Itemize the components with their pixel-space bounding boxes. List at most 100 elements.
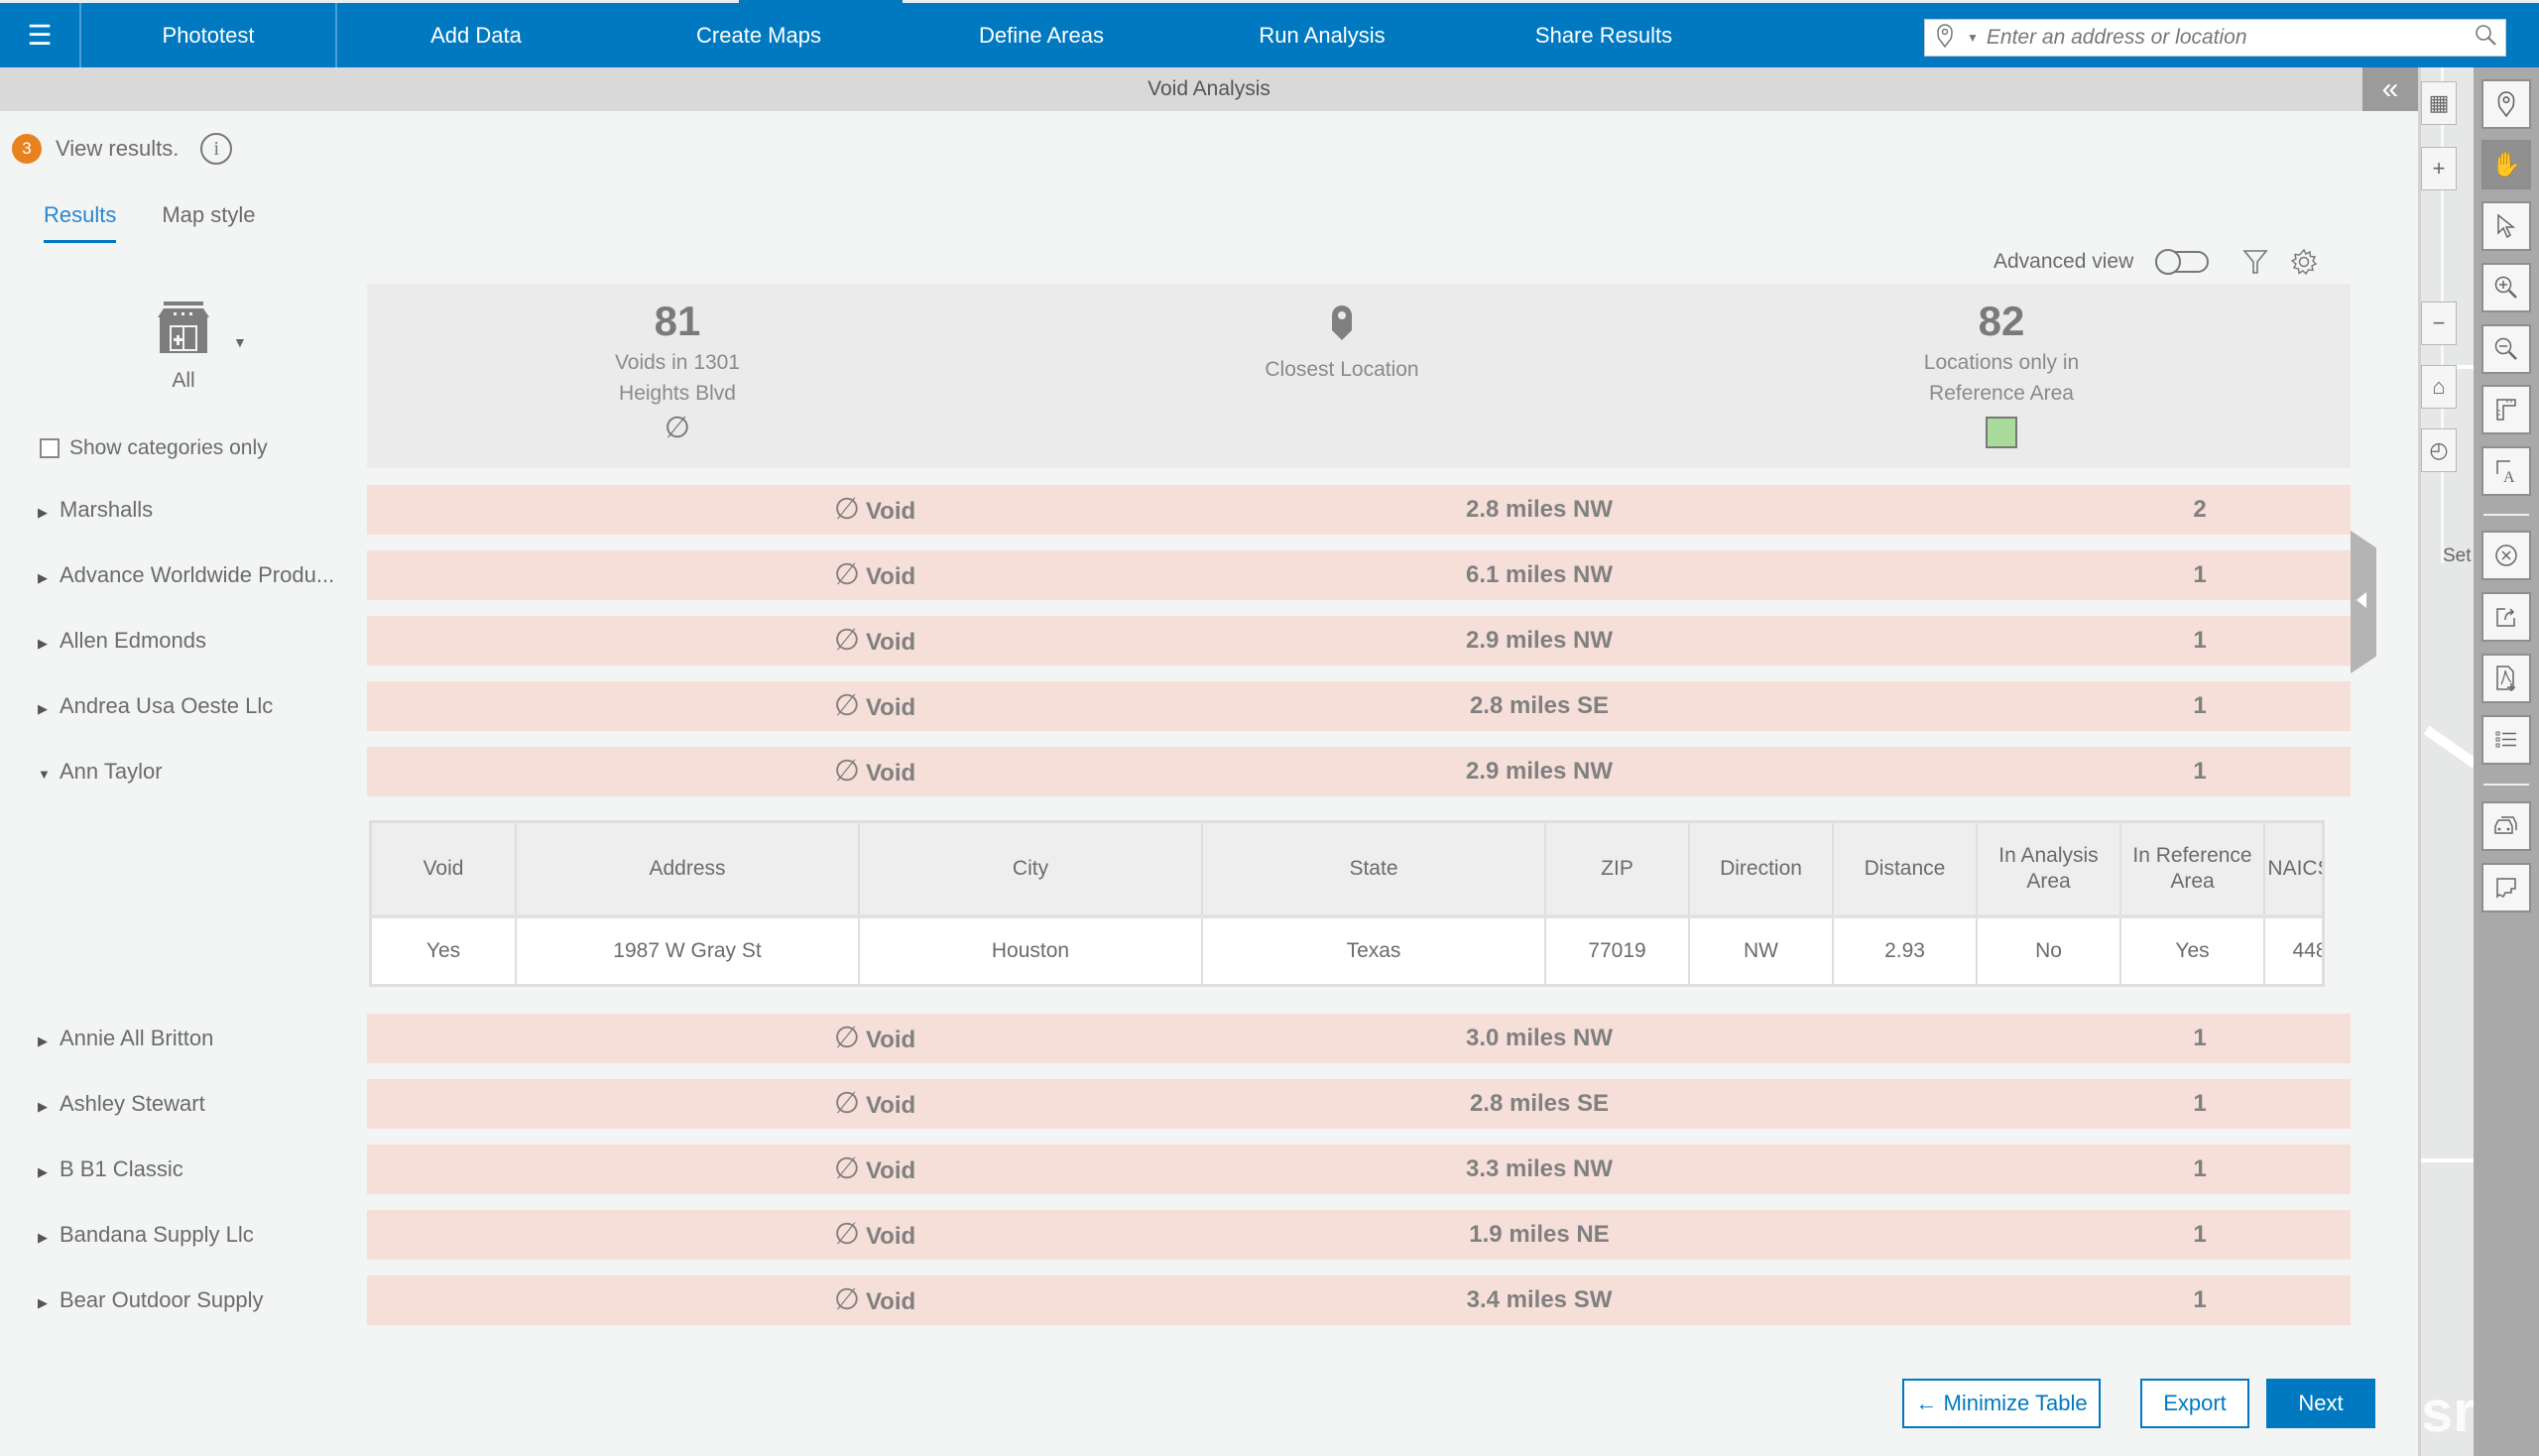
closest-distance: 1.9 miles NE [1469, 1221, 1610, 1248]
category-selector[interactable]: All [139, 300, 228, 393]
result-row-label[interactable]: ▶ B B1 Classic [38, 1156, 183, 1182]
void-symbol-icon: ∅ [833, 1153, 860, 1185]
search-icon[interactable] [2466, 23, 2505, 54]
result-row-label[interactable]: ▶ Annie All Britton [38, 1026, 213, 1051]
measure-icon[interactable] [2481, 385, 2531, 434]
project-name[interactable]: Phototest [81, 3, 337, 67]
caret-right-icon[interactable]: ▶ [38, 1164, 60, 1180]
result-row[interactable]: ∅ Void 2.8 miles NW 2 [367, 485, 2351, 535]
result-row[interactable]: ∅ Void 6.1 miles NW 1 [367, 550, 2351, 600]
column-header[interactable]: NAICS C [2264, 823, 2322, 918]
column-header[interactable]: Distance [1833, 823, 1978, 918]
result-row[interactable]: ∅ Void 2.9 miles NW 1 [367, 747, 2351, 796]
category-dropdown-icon[interactable]: ▼ [233, 334, 247, 350]
void-symbol-icon: ∅ [664, 412, 691, 444]
gear-icon[interactable] [2290, 248, 2318, 276]
location-pin-icon[interactable] [1937, 23, 1967, 53]
caret-right-icon[interactable]: ▶ [38, 1099, 60, 1115]
zoom-in-icon[interactable] [2481, 263, 2531, 312]
result-row-label[interactable]: ▶ Allen Edmonds [38, 628, 206, 654]
select-arrow-icon[interactable] [2481, 201, 2531, 251]
summary-closest: Closest Location [1144, 284, 1540, 383]
result-row-label[interactable]: ▶ Marshalls [38, 497, 153, 523]
result-row[interactable]: ∅ Void 3.3 miles NW 1 [367, 1145, 2351, 1194]
tab-map-style[interactable]: Map style [162, 202, 255, 243]
traffic-cars-icon[interactable] [2481, 801, 2531, 851]
result-row-label[interactable]: ▶ Andrea Usa Oeste Llc [38, 693, 273, 719]
column-header[interactable]: In Analysis Area [1977, 823, 2121, 918]
export-button[interactable]: Export [2140, 1379, 2249, 1428]
search-source-dropdown-icon[interactable]: ▼ [1967, 31, 1979, 45]
filter-icon[interactable] [2242, 248, 2268, 276]
column-header[interactable]: City [859, 823, 1203, 918]
tab-create-maps[interactable]: Create Maps [684, 3, 833, 67]
caret-down-icon[interactable]: ▼ [38, 767, 60, 782]
column-header[interactable]: State [1202, 823, 1546, 918]
address-search-input[interactable] [1986, 26, 2466, 50]
result-row[interactable]: ∅ Void 3.0 miles NW 1 [367, 1014, 2351, 1063]
result-row[interactable]: ∅ Void 2.9 miles NW 1 [367, 616, 2351, 666]
share-icon[interactable] [2481, 592, 2531, 642]
caret-right-icon[interactable]: ▶ [38, 505, 60, 521]
void-status-text: Void [865, 694, 916, 721]
column-header[interactable]: In Reference Area [2120, 823, 2265, 918]
legend-list-icon[interactable] [2481, 715, 2531, 765]
column-header[interactable]: Direction [1689, 823, 1834, 918]
result-row-label[interactable]: ▼ Ann Taylor [38, 759, 163, 785]
caret-right-icon[interactable]: ▶ [38, 701, 60, 717]
panel-title-bar: Void Analysis [0, 67, 2418, 111]
table-row[interactable]: Yes 1987 W Gray St Houston Texas 77019 NW 2.93… [372, 916, 2322, 984]
locate-crosshair-icon[interactable]: ◴ [2421, 428, 2457, 472]
caret-right-icon[interactable]: ▶ [38, 1295, 60, 1311]
result-row[interactable]: ∅ Void 3.4 miles SW 1 [367, 1275, 2351, 1325]
result-row-label[interactable]: ▶ Bear Outdoor Supply [38, 1287, 263, 1313]
result-row-label[interactable]: ▶ Bandana Supply Llc [38, 1222, 254, 1248]
caret-right-icon[interactable]: ▶ [38, 1230, 60, 1246]
tab-results[interactable]: Results [44, 202, 117, 243]
void-status: ∅ Void [676, 747, 1073, 796]
reference-count: 1 [2193, 1025, 2207, 1051]
column-header[interactable]: ZIP [1545, 823, 1690, 918]
caret-right-icon[interactable]: ▶ [38, 1033, 60, 1049]
result-row[interactable]: ∅ Void 2.8 miles SE 1 [367, 681, 2351, 731]
caret-right-icon[interactable]: ▶ [38, 570, 60, 586]
map-view[interactable]: ▦ + − ⌂ ◴ Set sri [2418, 67, 2474, 1456]
map-zoom-in-button[interactable]: + [2421, 147, 2457, 190]
step-text: View results. [56, 136, 180, 161]
esri-logo: sri [2421, 1380, 2474, 1444]
next-button[interactable]: Next [2266, 1379, 2375, 1428]
basemap-gallery-icon[interactable]: ▦ [2421, 81, 2457, 125]
result-name: Annie All Britton [60, 1026, 214, 1050]
column-header[interactable]: Address [516, 823, 860, 918]
pdf-add-icon[interactable] [2481, 654, 2531, 703]
home-icon[interactable]: ⌂ [2421, 365, 2457, 409]
toolbar-divider [2483, 514, 2529, 516]
minimize-table-button[interactable]: ← Minimize Table [1902, 1379, 2101, 1428]
tab-add-data[interactable]: Add Data [407, 3, 545, 67]
collapse-panel-button[interactable]: « [2362, 67, 2418, 111]
tab-run-analysis[interactable]: Run Analysis [1248, 3, 1396, 67]
area-shape-icon[interactable] [2481, 863, 2531, 912]
result-row-label[interactable]: ▶ Ashley Stewart [38, 1091, 205, 1117]
show-categories-only-checkbox[interactable]: Show categories only [40, 436, 268, 460]
advanced-view-toggle[interactable] [2155, 249, 2210, 275]
info-icon[interactable]: i [200, 133, 233, 165]
side-panel-handle[interactable] [2351, 531, 2376, 673]
result-row[interactable]: ∅ Void 2.8 miles SE 1 [367, 1079, 2351, 1129]
zoom-out-icon[interactable] [2481, 324, 2531, 374]
column-header[interactable]: Void [372, 823, 517, 918]
hamburger-menu-icon[interactable]: ☰ [0, 3, 81, 67]
tab-share-results[interactable]: Share Results [1529, 3, 1678, 67]
result-row[interactable]: ∅ Void 1.9 miles NE 1 [367, 1210, 2351, 1260]
table-cell: 1987 W Gray St [516, 916, 860, 984]
caret-right-icon[interactable]: ▶ [38, 636, 60, 652]
reference-area-swatch [1986, 417, 2017, 448]
result-row-label[interactable]: ▶ Advance Worldwide Produ... [38, 562, 334, 588]
tab-define-areas[interactable]: Define Areas [967, 3, 1116, 67]
map-zoom-out-button[interactable]: − [2421, 302, 2457, 345]
pan-hand-icon[interactable]: ✋ [2481, 140, 2531, 189]
label-icon[interactable]: A [2481, 446, 2531, 496]
locate-icon[interactable] [2481, 79, 2531, 129]
checkbox-box[interactable] [40, 438, 60, 458]
clear-icon[interactable] [2481, 531, 2531, 580]
